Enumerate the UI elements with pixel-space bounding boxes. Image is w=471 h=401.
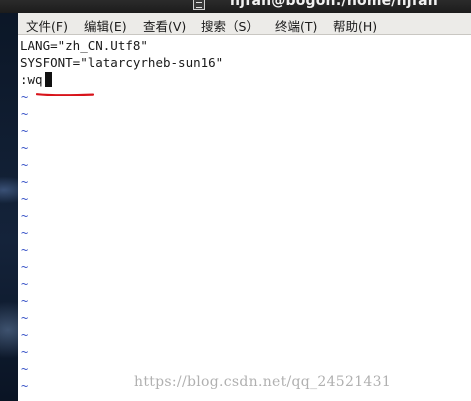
empty-line-marker: ~	[21, 141, 29, 155]
menu-file[interactable]: 文件(F)	[26, 16, 68, 35]
empty-line-marker: ~	[21, 345, 29, 359]
empty-line-marker: ~	[21, 175, 29, 189]
menu-edit[interactable]: 编辑(E)	[84, 16, 127, 35]
terminal-line-lang: LANG="zh_CN.Utf8"	[20, 38, 148, 53]
menu-help[interactable]: 帮助(H)	[333, 16, 377, 35]
empty-line-marker: ~	[21, 294, 29, 308]
empty-line-marker: ~	[21, 328, 29, 342]
empty-line-marker: ~	[21, 311, 29, 325]
empty-line-marker: ~	[21, 192, 29, 206]
red-annotation-underline	[36, 93, 94, 96]
empty-line-marker: ~	[21, 158, 29, 172]
window-icon	[193, 0, 205, 10]
empty-line-marker: ~	[21, 124, 29, 138]
menu-view[interactable]: 查看(V)	[143, 16, 186, 35]
terminal-content[interactable]: LANG="zh_CN.Utf8" SYSFONT="latarcyrheb-s…	[18, 35, 471, 401]
window-title: njfan@bogon:/home/njfan	[230, 0, 438, 9]
empty-line-marker: ~	[21, 107, 29, 121]
watermark-url: https://blog.csdn.net/qq_24521431	[134, 374, 392, 390]
text-cursor	[45, 72, 52, 87]
screenshot-root: njfan@bogon:/home/njfan 文件(F) 编辑(E) 查看(V…	[0, 0, 471, 401]
empty-line-marker: ~	[21, 90, 29, 104]
terminal-line-sysfont: SYSFONT="latarcyrheb-sun16"	[20, 55, 224, 70]
empty-line-marker: ~	[21, 209, 29, 223]
empty-line-marker: ~	[21, 243, 29, 257]
menu-bar: 文件(F) 编辑(E) 查看(V) 搜索（S） 终端(T) 帮助(H)	[18, 13, 471, 35]
empty-line-marker: ~	[21, 226, 29, 240]
empty-line-marker: ~	[21, 362, 29, 376]
window-title-bar[interactable]: njfan@bogon:/home/njfan	[0, 0, 471, 13]
empty-line-marker: ~	[21, 277, 29, 291]
empty-line-marker: ~	[21, 260, 29, 274]
menu-search[interactable]: 搜索（S）	[201, 16, 259, 35]
empty-line-marker: ~	[21, 379, 29, 393]
vim-command-line: :wq	[20, 72, 43, 87]
menu-terminal[interactable]: 终端(T)	[275, 16, 317, 35]
